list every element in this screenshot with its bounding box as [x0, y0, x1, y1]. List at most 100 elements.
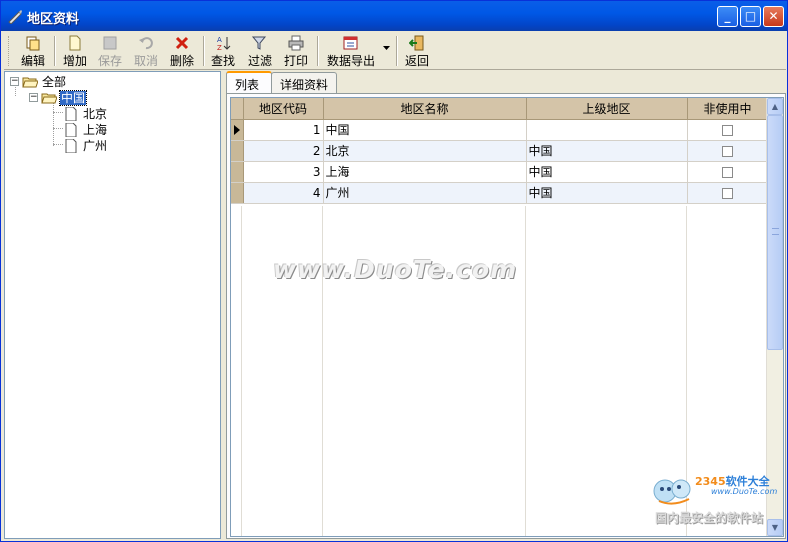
column-header-code[interactable]: 地区代码 [243, 98, 324, 120]
tree-node-label: 上海 [83, 122, 108, 137]
tree-connector [53, 128, 63, 129]
cell-name[interactable]: 广州 [323, 182, 527, 204]
region-tree[interactable]: − 全部 − 中国 北京 上海 广州 [4, 71, 221, 539]
printer-icon [288, 35, 304, 51]
edit-icon [26, 36, 40, 51]
edit-button[interactable]: 编辑 [18, 34, 48, 68]
back-label: 返回 [404, 54, 429, 68]
cell-inactive[interactable] [687, 182, 769, 204]
table-row[interactable]: 3 上海 中国 [231, 161, 769, 183]
cell-code[interactable]: 2 [243, 140, 324, 162]
tree-node-city[interactable]: 北京 [63, 105, 108, 121]
scroll-up-button[interactable]: ▲ [767, 98, 783, 115]
inactive-checkbox[interactable] [722, 166, 733, 178]
column-header-name[interactable]: 地区名称 [323, 98, 527, 120]
collapse-toggle[interactable]: − [10, 77, 19, 86]
row-indicator[interactable] [231, 119, 244, 141]
save-button[interactable]: 保存 [95, 34, 125, 68]
row-indicator[interactable] [231, 140, 244, 162]
row-indicator-column [231, 206, 242, 536]
save-label: 保存 [97, 54, 122, 68]
cell-inactive[interactable] [687, 161, 769, 183]
tree-node-label: 全部 [42, 74, 67, 89]
column-header-parent[interactable]: 上级地区 [526, 98, 688, 120]
brand-url: www.DuoTe.com [711, 487, 778, 496]
row-indicator[interactable] [231, 161, 244, 183]
corner-cell [231, 98, 244, 120]
close-button[interactable]: ✕ [763, 6, 784, 27]
add-button[interactable]: 增加 [60, 34, 90, 68]
find-button[interactable]: A Z 查找 [208, 34, 238, 68]
title-bar[interactable]: 地区资料 _ □ ✕ [1, 1, 787, 31]
toolbar-grip[interactable] [8, 36, 11, 66]
minimize-button[interactable]: _ [717, 6, 738, 27]
svg-text:A: A [217, 36, 222, 44]
cell-name[interactable]: 中国 [323, 119, 527, 141]
open-folder-icon [22, 77, 38, 87]
table-row[interactable]: 2 北京 中国 [231, 140, 769, 162]
tree-connector [53, 112, 63, 113]
tree-node-country[interactable]: − 中国 [29, 89, 88, 106]
brand-logo: 2345软件大全 www.DuoTe.com 国内最安全的软件站 [651, 469, 787, 529]
grid-table: 地区代码 地区名称 上级地区 非使用中 1 中国 2 北京 中国 3 上海 中国… [231, 98, 769, 204]
tab-list[interactable]: 列表 [226, 71, 272, 94]
add-label: 增加 [62, 54, 87, 68]
svg-text:Z: Z [217, 44, 222, 51]
cell-code[interactable]: 1 [243, 119, 324, 141]
maximize-button[interactable]: □ [740, 6, 761, 27]
export-label: 数据导出 [326, 54, 375, 68]
scroll-grip [772, 228, 779, 235]
undo-icon [139, 37, 153, 50]
tab-detail[interactable]: 详细资料 [271, 72, 337, 93]
open-folder-icon [41, 93, 57, 103]
app-icon [8, 10, 22, 24]
cell-parent[interactable]: 中国 [526, 161, 688, 183]
inactive-checkbox[interactable] [722, 187, 733, 199]
toolbar-separator [396, 36, 398, 66]
cell-code[interactable]: 3 [243, 161, 324, 183]
mascot-icon [653, 479, 691, 505]
table-row[interactable]: 4 广州 中国 [231, 182, 769, 204]
tree-node-label: 中国 [58, 89, 88, 106]
inactive-checkbox[interactable] [722, 145, 733, 157]
watermark-text: www.DuoTe.com [273, 255, 518, 284]
delete-label: 删除 [169, 54, 194, 68]
edit-label: 编辑 [20, 54, 45, 68]
cell-name[interactable]: 上海 [323, 161, 527, 183]
filter-label: 过滤 [247, 54, 272, 68]
toolbar: 编辑 增加 保存 取消 删除 A Z 查找 过滤 打印 数据导出 返回 [4, 32, 786, 70]
current-row-arrow-icon [233, 124, 240, 135]
scroll-thumb[interactable] [767, 115, 783, 350]
column-divider [525, 206, 526, 536]
save-icon [103, 36, 117, 50]
tree-node-city[interactable]: 广州 [63, 137, 108, 153]
tree-node-root[interactable]: − 全部 [10, 73, 67, 89]
cell-inactive[interactable] [687, 119, 769, 141]
cell-parent[interactable]: 中国 [526, 140, 688, 162]
new-document-icon [69, 35, 81, 51]
export-button[interactable]: 数据导出 [322, 34, 380, 68]
row-indicator[interactable] [231, 182, 244, 204]
filter-button[interactable]: 过滤 [245, 34, 275, 68]
cell-name[interactable]: 北京 [323, 140, 527, 162]
cancel-button[interactable]: 取消 [131, 34, 161, 68]
delete-button[interactable]: 删除 [167, 34, 197, 68]
dropdown-arrow-icon [382, 46, 390, 50]
cell-code[interactable]: 4 [243, 182, 324, 204]
grid-header-row: 地区代码 地区名称 上级地区 非使用中 [231, 98, 769, 120]
column-header-inactive[interactable]: 非使用中 [687, 98, 769, 120]
print-button[interactable]: 打印 [281, 34, 311, 68]
cell-parent[interactable]: 中国 [526, 182, 688, 204]
calendar-export-icon [343, 36, 358, 50]
back-button[interactable]: 返回 [402, 34, 432, 68]
cell-inactive[interactable] [687, 140, 769, 162]
export-dropdown-button[interactable] [381, 34, 391, 68]
delete-x-icon [175, 36, 189, 50]
tree-node-city[interactable]: 上海 [63, 121, 108, 137]
cell-parent[interactable] [526, 119, 688, 141]
document-icon [65, 106, 77, 121]
collapse-toggle[interactable]: − [29, 93, 38, 102]
toolbar-separator [54, 36, 56, 66]
inactive-checkbox[interactable] [722, 124, 733, 136]
table-row[interactable]: 1 中国 [231, 119, 769, 141]
